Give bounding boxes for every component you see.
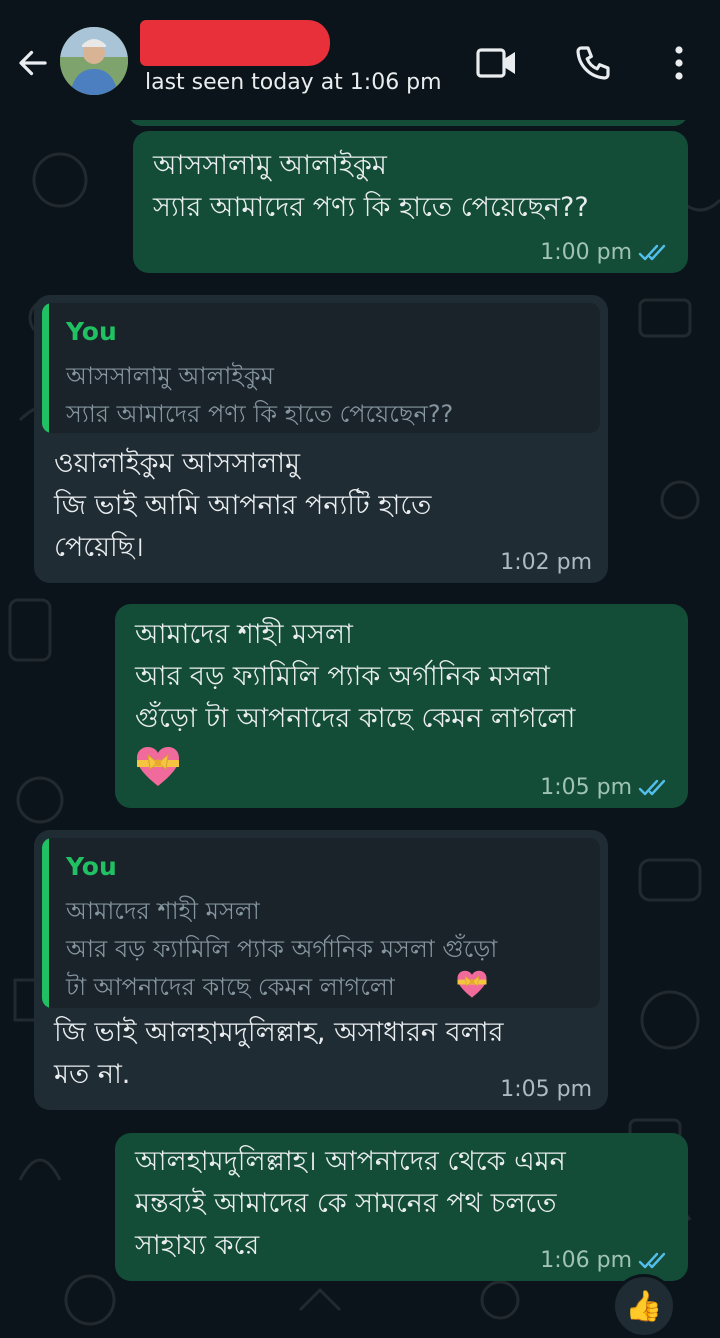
- message-time: 1:06 pm: [540, 1248, 632, 1273]
- message-bubble-outgoing[interactable]: আলহামদুলিল্লাহ। আপনাদের থেকে এমন মন্তব্য…: [115, 1133, 688, 1281]
- message-text: ওয়ালাইকুম আসসালামু জি ভাই আমি আপনার পন্…: [54, 448, 432, 563]
- heart-with-ribbon-emoji-icon: [456, 970, 488, 1003]
- message-text: জি ভাই আলহামদুলিল্লাহ, অসাধারন বলার মত ন…: [54, 1017, 504, 1090]
- voice-call-button[interactable]: [568, 38, 618, 88]
- chat-screen: last seen today at 1:06 pm আসসালামু আলাই…: [0, 0, 720, 1338]
- message-bubble-outgoing[interactable]: আমাদের শাহী মসলা আর বড় ফ্যামিলি প্যাক অ…: [115, 604, 688, 808]
- back-arrow-icon: [19, 50, 47, 76]
- video-call-button[interactable]: [472, 38, 522, 88]
- contact-name-redacted[interactable]: [140, 20, 330, 66]
- chat-header: last seen today at 1:06 pm: [0, 0, 720, 120]
- quote-text: আসসালামু আলাইকুম স্যার আমাদের পণ্য কি হা…: [66, 362, 454, 428]
- message-meta: 1:05 pm: [540, 775, 670, 800]
- video-call-icon: [476, 48, 515, 78]
- message-text: আলহামদুলিল্লাহ। আপনাদের থেকে এমন মন্তব্য…: [135, 1146, 566, 1261]
- quote-accent-bar: [42, 838, 49, 1008]
- quote-accent-bar: [42, 303, 49, 433]
- message-text: আমাদের শাহী মসলা আর বড় ফ্যামিলি প্যাক অ…: [135, 619, 576, 734]
- message-meta: 1:02 pm: [500, 550, 592, 575]
- voice-call-icon: [576, 46, 610, 80]
- message-time: 1:05 pm: [500, 1077, 592, 1102]
- quote-text: আমাদের শাহী মসলা আর বড় ফ্যামিলি প্যাক অ…: [66, 897, 498, 1001]
- message-meta: 1:00 pm: [540, 240, 670, 265]
- heart-with-ribbon-emoji-icon: [135, 746, 181, 792]
- read-receipt-icon: [638, 243, 670, 263]
- quoted-message[interactable]: You আমাদের শাহী মসলা আর বড় ফ্যামিলি প্য…: [42, 838, 600, 1008]
- contact-avatar[interactable]: [60, 27, 128, 95]
- message-bubble-outgoing[interactable]: আসসালামু আলাইকুম স্যার আমাদের পণ্য কি হা…: [133, 131, 688, 273]
- read-receipt-icon: [638, 1251, 670, 1271]
- message-time: 1:05 pm: [540, 775, 632, 800]
- back-button[interactable]: [10, 40, 56, 86]
- last-seen-status: last seen today at 1:06 pm: [145, 70, 442, 95]
- message-text: আসসালামু আলাইকুম স্যার আমাদের পণ্য কি হা…: [153, 150, 589, 223]
- thumbs-up-icon: 👍: [625, 1288, 663, 1324]
- message-meta: 1:05 pm: [500, 1077, 592, 1102]
- message-time: 1:00 pm: [540, 240, 632, 265]
- thumbs-up-reaction[interactable]: 👍: [612, 1274, 676, 1338]
- message-time: 1:02 pm: [500, 550, 592, 575]
- quote-author: You: [66, 317, 117, 346]
- quote-author: You: [66, 852, 117, 881]
- message-bubble-incoming[interactable]: You আসসালামু আলাইকুম স্যার আমাদের পণ্য ক…: [34, 295, 608, 583]
- message-meta: 1:06 pm: [540, 1248, 670, 1273]
- read-receipt-icon: [638, 778, 670, 798]
- more-options-button[interactable]: [654, 38, 704, 88]
- quoted-message[interactable]: You আসসালামু আলাইকুম স্যার আমাদের পণ্য ক…: [42, 303, 600, 433]
- message-bubble-incoming[interactable]: You আমাদের শাহী মসলা আর বড় ফ্যামিলি প্য…: [34, 830, 608, 1110]
- more-options-icon: [675, 46, 683, 80]
